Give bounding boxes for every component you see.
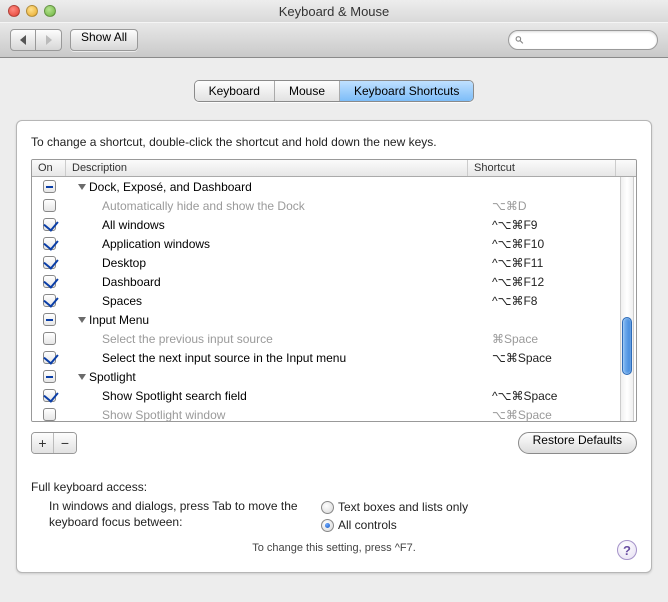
disclosure-triangle-icon[interactable] bbox=[78, 184, 86, 190]
row-label: Dashboard bbox=[102, 275, 161, 289]
shortcut-value[interactable]: ^⌥⌘F10 bbox=[488, 237, 636, 251]
enable-checkbox[interactable] bbox=[43, 351, 56, 364]
tab-keyboard-shortcuts[interactable]: Keyboard Shortcuts bbox=[340, 81, 473, 101]
window-title: Keyboard & Mouse bbox=[0, 4, 668, 19]
radio-all-controls[interactable] bbox=[321, 519, 334, 532]
add-shortcut-button[interactable]: + bbox=[32, 433, 54, 453]
radio-label-text-boxes: Text boxes and lists only bbox=[338, 500, 468, 514]
search-input[interactable] bbox=[528, 34, 651, 46]
shortcut-row[interactable]: Select the next input source in the Inpu… bbox=[32, 348, 636, 367]
enable-checkbox[interactable] bbox=[43, 180, 56, 193]
enable-checkbox[interactable] bbox=[43, 408, 56, 421]
access-description: In windows and dialogs, press Tab to mov… bbox=[31, 498, 321, 534]
enable-checkbox[interactable] bbox=[43, 256, 56, 269]
row-label: Desktop bbox=[102, 256, 146, 270]
row-label: Spaces bbox=[102, 294, 142, 308]
shortcut-value[interactable]: ^⌥⌘F8 bbox=[488, 294, 636, 308]
search-field[interactable] bbox=[508, 30, 658, 50]
shortcuts-table: On Description Shortcut Dock, Exposé, an… bbox=[31, 159, 637, 422]
shortcut-row[interactable]: Spaces ^⌥⌘F8 bbox=[32, 291, 636, 310]
scrollbar[interactable] bbox=[620, 177, 634, 421]
group-row[interactable]: Input Menu bbox=[32, 310, 636, 329]
help-button[interactable]: ? bbox=[617, 540, 637, 560]
disclosure-triangle-icon[interactable] bbox=[78, 317, 86, 323]
shortcut-value[interactable]: ⌥⌘Space bbox=[488, 351, 636, 365]
row-label: Show Spotlight window bbox=[102, 408, 225, 422]
enable-checkbox[interactable] bbox=[43, 313, 56, 326]
scrollbar-thumb[interactable] bbox=[622, 317, 632, 375]
remove-shortcut-button[interactable]: − bbox=[54, 433, 76, 453]
search-icon bbox=[515, 34, 524, 46]
shortcuts-pane: To change a shortcut, double-click the s… bbox=[16, 120, 652, 573]
shortcut-row[interactable]: All windows ^⌥⌘F9 bbox=[32, 215, 636, 234]
shortcut-value[interactable]: ⌘Space bbox=[488, 332, 636, 346]
row-label: Show Spotlight search field bbox=[102, 389, 247, 403]
show-all-button[interactable]: Show All bbox=[70, 29, 138, 51]
shortcut-row[interactable]: Desktop ^⌥⌘F11 bbox=[32, 253, 636, 272]
shortcut-value[interactable]: ^⌥⌘F9 bbox=[488, 218, 636, 232]
group-row[interactable]: Dock, Exposé, and Dashboard bbox=[32, 177, 636, 196]
col-shortcut[interactable]: Shortcut bbox=[468, 160, 616, 176]
disclosure-triangle-icon[interactable] bbox=[78, 374, 86, 380]
row-label: Application windows bbox=[102, 237, 210, 251]
tab-keyboard[interactable]: Keyboard bbox=[195, 81, 275, 101]
col-on[interactable]: On bbox=[32, 160, 66, 176]
enable-checkbox[interactable] bbox=[43, 275, 56, 288]
row-label: Automatically hide and show the Dock bbox=[102, 199, 305, 213]
shortcut-row[interactable]: Show Spotlight window ⌥⌘Space bbox=[32, 405, 636, 421]
enable-checkbox[interactable] bbox=[43, 370, 56, 383]
row-label: Select the next input source in the Inpu… bbox=[102, 351, 346, 365]
radio-label-all-controls: All controls bbox=[338, 518, 397, 532]
toolbar: Show All bbox=[0, 22, 668, 58]
shortcut-row[interactable]: Automatically hide and show the Dock ⌥⌘D bbox=[32, 196, 636, 215]
row-label: Spotlight bbox=[89, 370, 136, 384]
row-label: All windows bbox=[102, 218, 165, 232]
col-description[interactable]: Description bbox=[66, 160, 468, 176]
enable-checkbox[interactable] bbox=[43, 294, 56, 307]
shortcut-value[interactable]: ⌥⌘Space bbox=[488, 408, 636, 422]
shortcut-row[interactable]: Dashboard ^⌥⌘F12 bbox=[32, 272, 636, 291]
radio-text-boxes-only[interactable] bbox=[321, 501, 334, 514]
col-spacer bbox=[616, 160, 636, 176]
row-label: Input Menu bbox=[89, 313, 149, 327]
enable-checkbox[interactable] bbox=[43, 389, 56, 402]
shortcut-row[interactable]: Show Spotlight search field ^⌥⌘Space bbox=[32, 386, 636, 405]
enable-checkbox[interactable] bbox=[43, 332, 56, 345]
back-button[interactable] bbox=[10, 29, 36, 51]
tab-mouse[interactable]: Mouse bbox=[275, 81, 340, 101]
shortcut-value[interactable]: ^⌥⌘F12 bbox=[488, 275, 636, 289]
group-row[interactable]: Spotlight bbox=[32, 367, 636, 386]
shortcut-row[interactable]: Application windows ^⌥⌘F10 bbox=[32, 234, 636, 253]
forward-button[interactable] bbox=[36, 29, 62, 51]
shortcut-row[interactable]: Select the previous input source ⌘Space bbox=[32, 329, 636, 348]
access-hint: To change this setting, press ^F7. bbox=[252, 542, 416, 554]
titlebar: Keyboard & Mouse bbox=[0, 0, 668, 22]
shortcut-value[interactable]: ⌥⌘D bbox=[488, 199, 636, 213]
shortcut-value[interactable]: ^⌥⌘Space bbox=[488, 389, 636, 403]
row-label: Select the previous input source bbox=[102, 332, 273, 346]
enable-checkbox[interactable] bbox=[43, 199, 56, 212]
row-label: Dock, Exposé, and Dashboard bbox=[89, 180, 252, 194]
enable-checkbox[interactable] bbox=[43, 237, 56, 250]
instruction-text: To change a shortcut, double-click the s… bbox=[31, 135, 637, 149]
enable-checkbox[interactable] bbox=[43, 218, 56, 231]
access-heading: Full keyboard access: bbox=[31, 480, 637, 494]
restore-defaults-button[interactable]: Restore Defaults bbox=[518, 432, 637, 454]
shortcut-value[interactable]: ^⌥⌘F11 bbox=[488, 256, 636, 270]
